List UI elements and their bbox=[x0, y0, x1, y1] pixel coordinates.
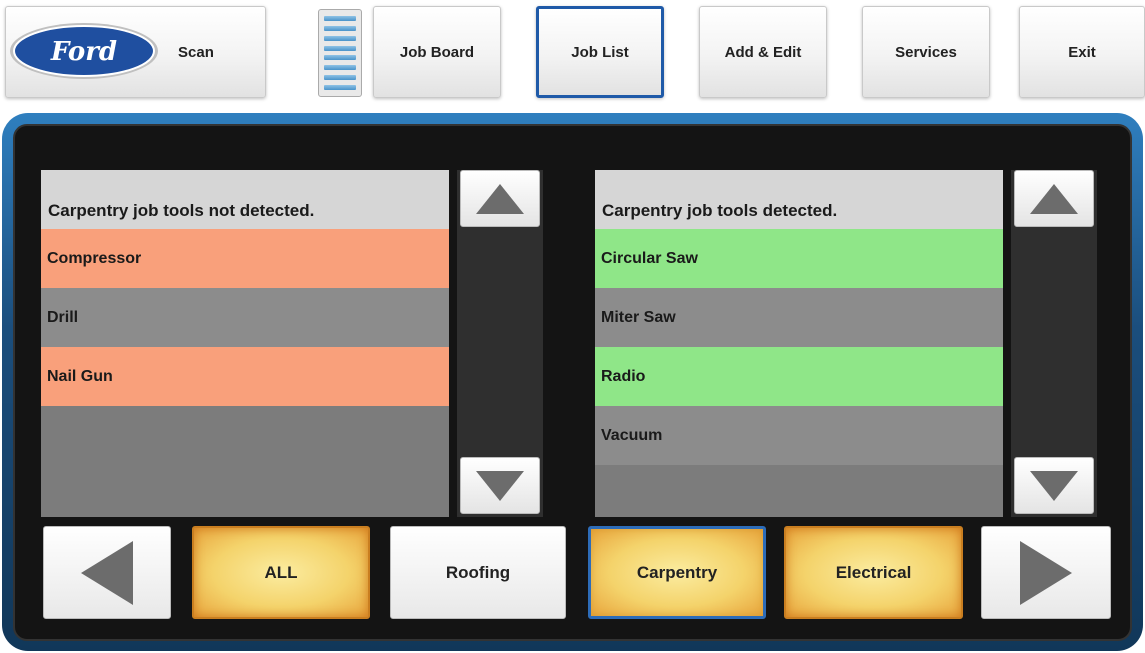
ford-logo: Ford bbox=[10, 23, 158, 79]
arrow-down-icon bbox=[476, 470, 524, 501]
arrow-up-icon bbox=[476, 183, 524, 214]
services-button[interactable]: Services bbox=[862, 6, 990, 98]
next-button[interactable] bbox=[981, 526, 1111, 619]
list-item[interactable]: Circular Saw bbox=[595, 229, 1003, 288]
main-panel: Carpentry job tools not detected. Compre… bbox=[13, 124, 1132, 641]
exit-button[interactable]: Exit bbox=[1019, 6, 1145, 98]
arrow-down-icon bbox=[1030, 470, 1078, 501]
category-carpentry-button[interactable]: Carpentry bbox=[588, 526, 766, 619]
list-item[interactable]: Nail Gun bbox=[41, 347, 449, 406]
arrow-right-icon bbox=[1020, 540, 1072, 605]
detected-header: Carpentry job tools detected. bbox=[595, 170, 1003, 229]
not-detected-list: Carpentry job tools not detected. Compre… bbox=[41, 170, 449, 517]
list-item[interactable]: Drill bbox=[41, 288, 449, 347]
job-board-button[interactable]: Job Board bbox=[373, 6, 501, 98]
not-detected-scrollbar[interactable] bbox=[457, 170, 543, 517]
scroll-down-button[interactable] bbox=[1014, 457, 1094, 514]
not-detected-header: Carpentry job tools not detected. bbox=[41, 170, 449, 229]
arrow-left-icon bbox=[81, 540, 133, 605]
list-item[interactable]: Compressor bbox=[41, 229, 449, 288]
add-edit-button[interactable]: Add & Edit bbox=[699, 6, 827, 98]
menu-slider-icon[interactable] bbox=[318, 9, 362, 97]
category-all-button[interactable]: ALL bbox=[192, 526, 370, 619]
category-roofing-button[interactable]: Roofing bbox=[390, 526, 566, 619]
scroll-up-button[interactable] bbox=[1014, 170, 1094, 227]
scroll-down-button[interactable] bbox=[460, 457, 540, 514]
arrow-up-icon bbox=[1030, 183, 1078, 214]
detected-scrollbar[interactable] bbox=[1011, 170, 1097, 517]
list-item[interactable]: Radio bbox=[595, 347, 1003, 406]
job-list-button[interactable]: Job List bbox=[536, 6, 664, 98]
main-panel-frame: Carpentry job tools not detected. Compre… bbox=[2, 113, 1143, 651]
list-item[interactable]: Vacuum bbox=[595, 406, 1003, 465]
detected-list: Carpentry job tools detected. Circular S… bbox=[595, 170, 1003, 517]
previous-button[interactable] bbox=[43, 526, 171, 619]
category-electrical-button[interactable]: Electrical bbox=[784, 526, 963, 619]
list-item[interactable]: Miter Saw bbox=[595, 288, 1003, 347]
ford-logo-text: Ford bbox=[50, 37, 117, 67]
scan-label: Scan bbox=[178, 44, 214, 61]
scroll-up-button[interactable] bbox=[460, 170, 540, 227]
